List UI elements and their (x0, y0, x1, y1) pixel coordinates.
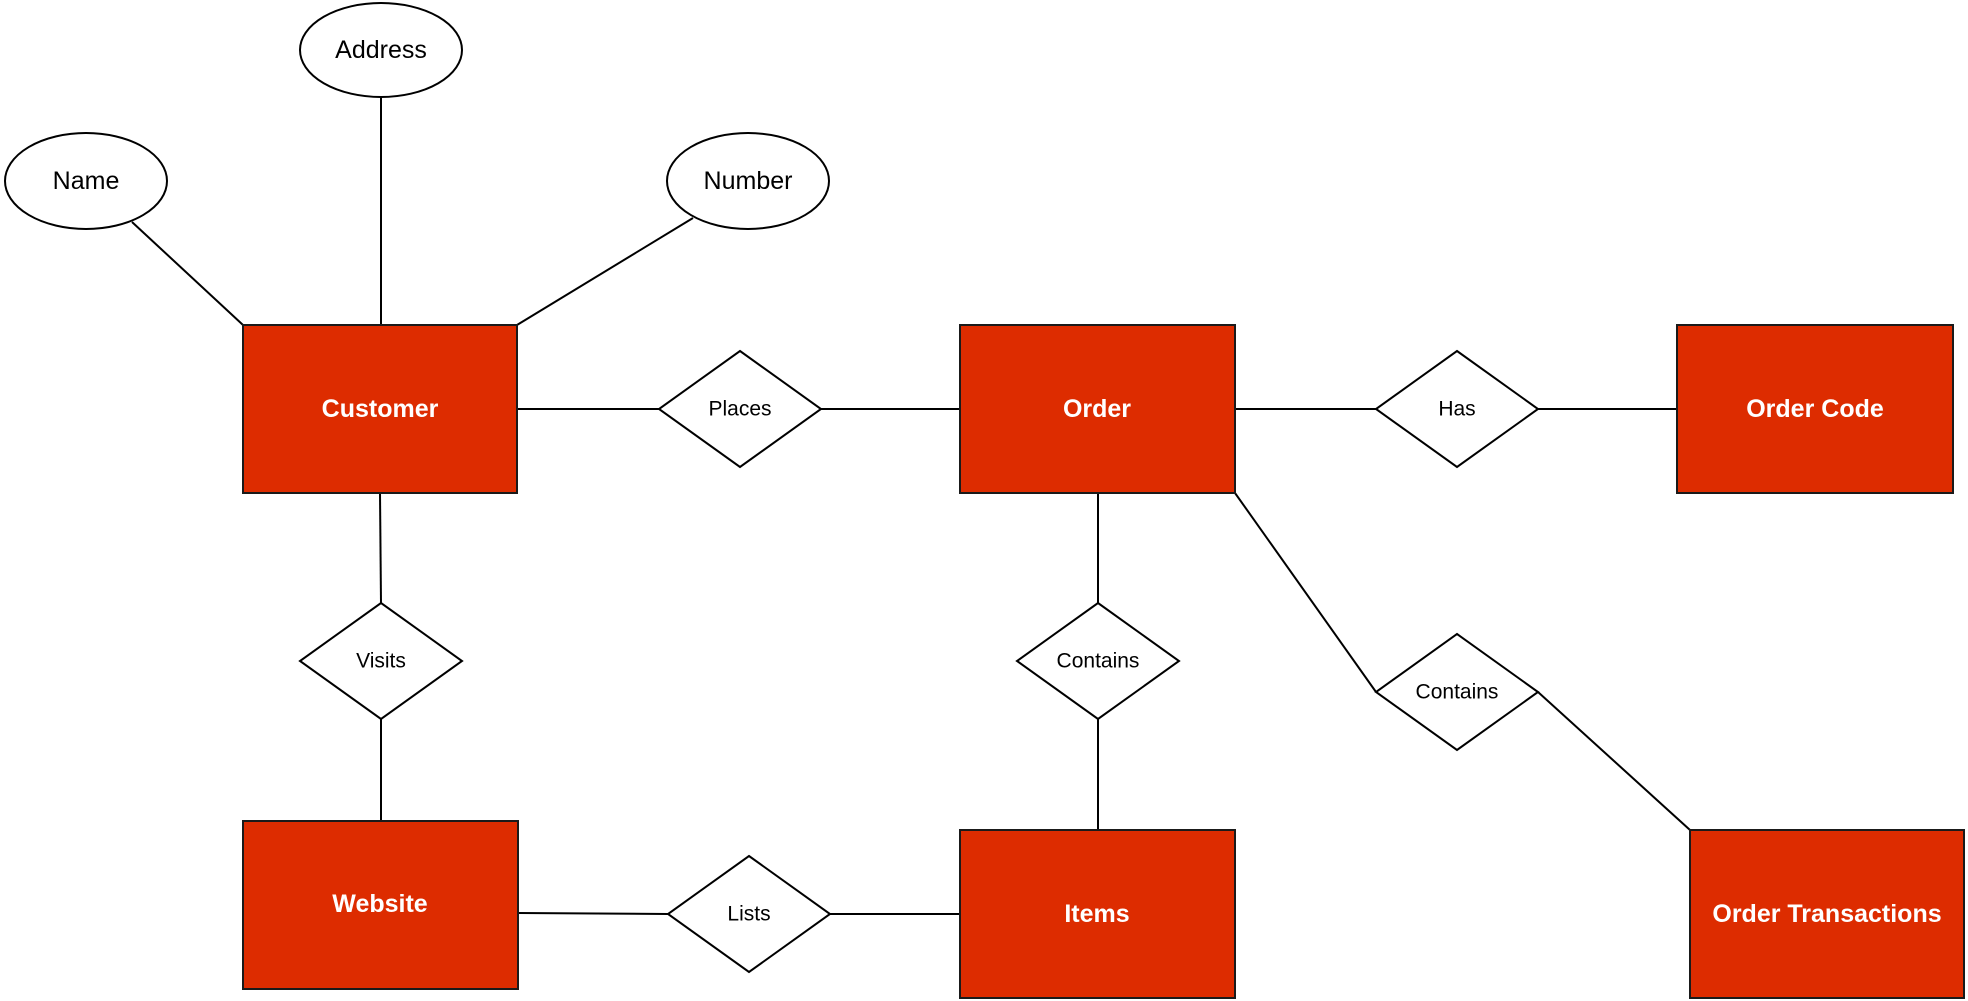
entity-order-transactions-label: Order Transactions (1712, 900, 1941, 928)
connector-number-customer (516, 217, 694, 326)
entity-website[interactable]: Website (242, 820, 519, 990)
relationship-visits[interactable]: Visits (298, 601, 464, 721)
entity-items-label: Items (1064, 900, 1129, 928)
entity-order-transactions[interactable]: Order Transactions (1689, 829, 1965, 999)
connector-customer-visits (379, 492, 382, 604)
entity-website-label: Website (332, 890, 427, 918)
entity-order-code-label: Order Code (1746, 395, 1884, 423)
relationship-places-label: Places (708, 398, 771, 421)
relationship-contains-items-label: Contains (1057, 650, 1140, 673)
attribute-number[interactable]: Number (666, 132, 830, 230)
relationship-contains-items[interactable]: Contains (1015, 601, 1181, 721)
entity-customer[interactable]: Customer (242, 324, 518, 494)
relationship-has-label: Has (1438, 398, 1475, 421)
entity-customer-label: Customer (322, 395, 439, 423)
entity-order-label: Order (1063, 395, 1131, 423)
relationship-lists[interactable]: Lists (666, 854, 832, 974)
entity-items[interactable]: Items (959, 829, 1236, 999)
connector-order-contains2 (1234, 492, 1377, 693)
er-diagram-canvas: Name Address Number Customer Order Order… (4, 2, 1965, 999)
entity-order[interactable]: Order (959, 324, 1236, 494)
relationship-contains-transactions-label: Contains (1416, 681, 1499, 704)
connector-contains2-transactions (1537, 691, 1691, 831)
attribute-address[interactable]: Address (299, 2, 463, 98)
connector-name-customer (131, 221, 244, 326)
attribute-number-label: Number (704, 167, 793, 195)
relationship-contains-transactions[interactable]: Contains (1374, 632, 1540, 752)
entity-order-code[interactable]: Order Code (1676, 324, 1954, 494)
attribute-name[interactable]: Name (4, 132, 168, 230)
relationship-lists-label: Lists (727, 903, 770, 926)
relationship-places[interactable]: Places (657, 349, 823, 469)
relationship-has[interactable]: Has (1374, 349, 1540, 469)
connectors (131, 97, 1691, 915)
attribute-name-label: Name (53, 167, 120, 195)
connector-website-lists (517, 912, 669, 915)
relationship-visits-label: Visits (356, 650, 406, 673)
attribute-address-label: Address (335, 36, 427, 64)
